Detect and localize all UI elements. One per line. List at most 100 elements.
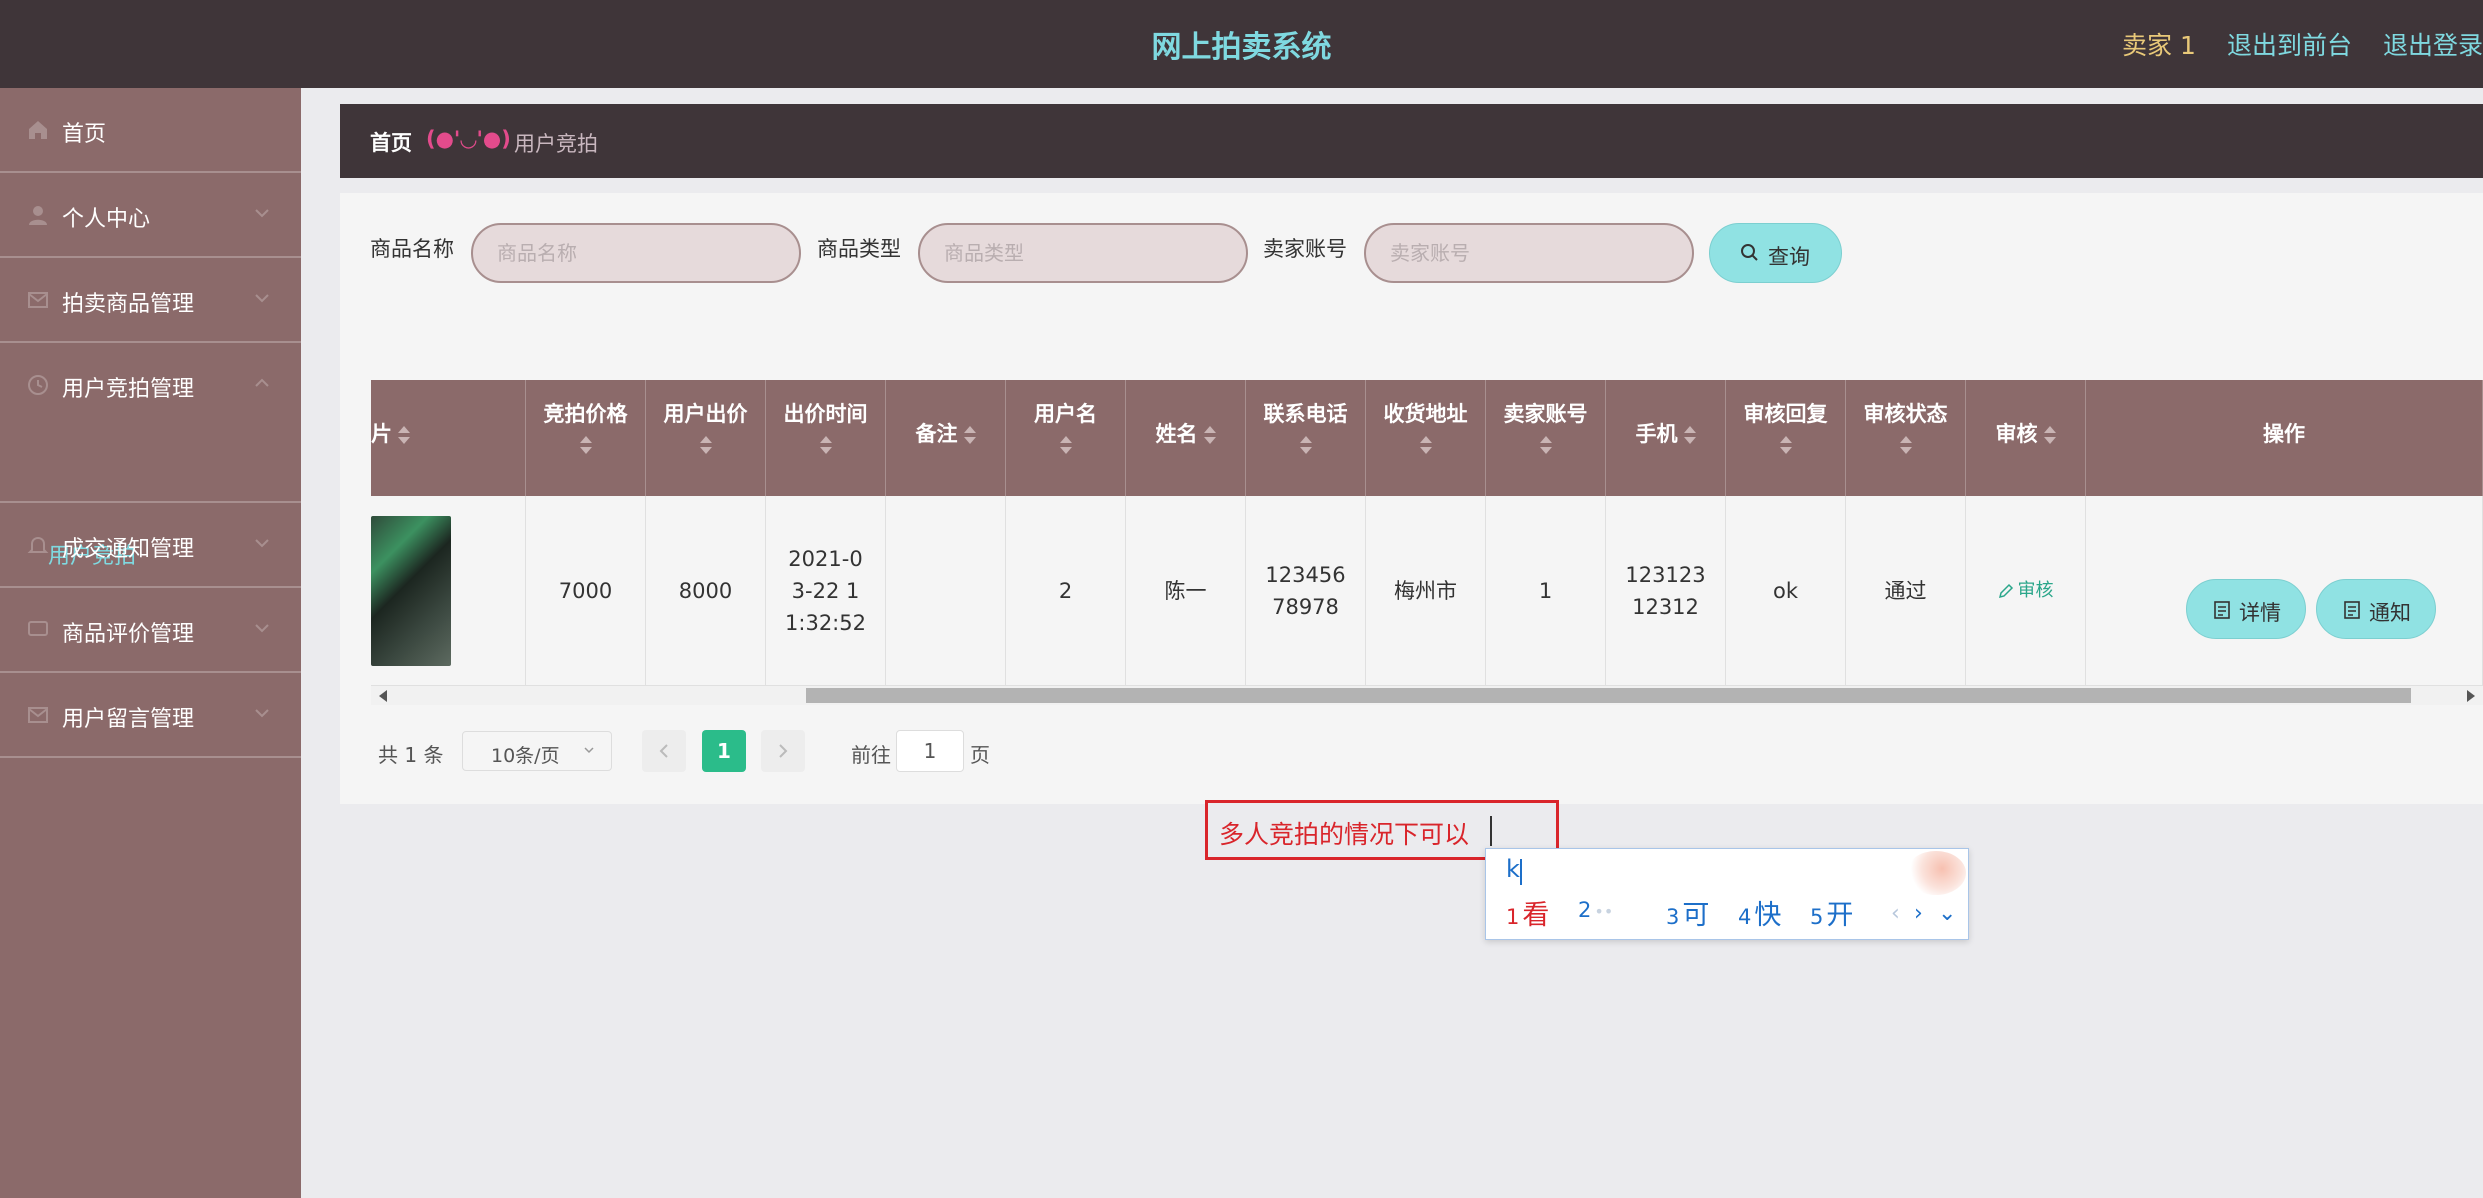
sidebar-item-user-messages[interactable]: 用户留言管理 <box>0 673 301 758</box>
ime-candidate-3[interactable]: 3可 <box>1666 893 1709 932</box>
sidebar: 首页 个人中心 拍卖商品管理 用户竞拍管理 用户竞拍 成交通知管理 商品评价管理… <box>0 88 301 1198</box>
next-page-button[interactable] <box>761 730 805 772</box>
column-header-mobile[interactable]: 手机 <box>1606 380 1726 496</box>
document-icon <box>2214 601 2230 619</box>
column-header-bid[interactable]: 用户出价 <box>646 380 766 496</box>
sidebar-item-personal[interactable]: 个人中心 <box>0 173 301 258</box>
page-number-current[interactable]: 1 <box>702 730 746 772</box>
sort-icon <box>1299 434 1312 456</box>
column-header-name[interactable]: 姓名 <box>1126 380 1246 496</box>
horizontal-scrollbar[interactable] <box>371 686 2483 705</box>
ime-candidate-4[interactable]: 4快 <box>1738 893 1781 932</box>
annotation-text: 多人竞拍的情况下可以 <box>1219 820 1470 849</box>
goto-label: 前往 <box>851 743 891 767</box>
column-header-bid-time[interactable]: 出价时间 <box>766 380 886 496</box>
top-bar: 网上拍卖系统 卖家 1 退出到前台 退出登录 <box>0 0 2483 88</box>
product-thumbnail[interactable] <box>371 515 451 666</box>
breadcrumb: 首页 (●'◡'●) 用户竞拍 <box>340 104 2483 178</box>
ime-candidate-window: k 1看 2 •• 3可 4快 5开 ‹ › ⌄ <box>1485 848 1969 940</box>
chevron-down-icon <box>584 747 594 754</box>
goto-page-input[interactable] <box>896 730 964 772</box>
home-icon <box>29 121 47 139</box>
chevron-up-icon <box>255 378 269 387</box>
sidebar-item-product-reviews[interactable]: 商品评价管理 <box>0 588 301 673</box>
table-cell-audit: 审核 <box>1966 496 2086 686</box>
audit-link-label: 审核 <box>2017 579 2054 601</box>
column-header-label: 审核回复 <box>1743 402 1828 426</box>
product-type-input[interactable] <box>918 223 1248 283</box>
product-name-label: 商品名称 <box>370 237 454 261</box>
table-cell-mobile: 12312312312 <box>1606 496 1726 686</box>
ime-next-page-icon[interactable]: › <box>1914 901 1923 926</box>
chevron-down-icon <box>255 294 269 303</box>
column-header-label: 审核 <box>1995 422 2038 446</box>
ime-candidate-5[interactable]: 5开 <box>1810 893 1853 932</box>
ime-candidate-1[interactable]: 1看 <box>1506 893 1549 932</box>
chevron-right-icon <box>779 744 788 758</box>
search-icon <box>1741 244 1758 261</box>
column-header-price[interactable]: 竞拍价格 <box>526 380 646 496</box>
table-cell-reply: ok <box>1726 496 1846 686</box>
column-header-label: 出价时间 <box>783 402 868 426</box>
column-header-seller[interactable]: 卖家账号 <box>1486 380 1606 496</box>
scroll-right-arrow[interactable] <box>2467 690 2475 702</box>
sort-icon <box>579 434 592 456</box>
sort-icon <box>1779 434 1792 456</box>
page-suffix-label: 页 <box>970 743 990 767</box>
prev-page-button[interactable] <box>642 730 686 772</box>
sidebar-item-auction-products[interactable]: 拍卖商品管理 <box>0 258 301 343</box>
ime-candidate-number: 3 <box>1666 905 1680 929</box>
chevron-down-icon <box>255 539 269 548</box>
notify-button[interactable]: 通知 <box>2316 579 2436 639</box>
column-header-audit[interactable]: 审核 <box>1966 380 2086 496</box>
sidebar-item-label: 首页 <box>62 122 107 147</box>
clock-icon <box>28 375 48 395</box>
column-header-image[interactable]: 片 <box>371 380 526 496</box>
audit-link[interactable]: 审核 <box>1998 575 2054 607</box>
column-header-label: 用户出价 <box>663 402 748 426</box>
product-name-input[interactable] <box>471 223 801 283</box>
column-header-label: 操作 <box>2263 422 2305 446</box>
page-size-select[interactable]: 10条/页 <box>462 731 612 771</box>
ime-candidate-text: 开 <box>1826 900 1854 931</box>
sidebar-item-home[interactable]: 首页 <box>0 88 301 173</box>
column-header-label: 竞拍价格 <box>543 402 628 426</box>
column-header-address[interactable]: 收货地址 <box>1366 380 1486 496</box>
ime-expand-icon[interactable]: ⌄ <box>1938 901 1956 926</box>
sort-icon <box>2043 424 2056 446</box>
scrollbar-thumb[interactable] <box>806 688 2411 703</box>
breadcrumb-emoticon: (●'◡'●) <box>426 127 511 151</box>
product-type-label: 商品类型 <box>817 237 901 261</box>
seller-account-label: 卖家账号 <box>1263 237 1347 261</box>
table-cell-price: 7000 <box>526 496 646 686</box>
table-cell-status: 通过 <box>1846 496 1966 686</box>
logout-link[interactable]: 退出登录 <box>2383 26 2483 62</box>
column-header-phone[interactable]: 联系电话 <box>1246 380 1366 496</box>
table-cell-note <box>886 496 1006 686</box>
ime-candidate-2[interactable]: 2 •• <box>1578 893 1613 924</box>
ime-prev-page-icon[interactable]: ‹ <box>1891 901 1900 926</box>
back-to-front-link[interactable]: 退出到前台 <box>2227 26 2352 62</box>
edit-icon <box>1998 583 2013 598</box>
column-header-note[interactable]: 备注 <box>886 380 1006 496</box>
column-header-status[interactable]: 审核状态 <box>1846 380 1966 496</box>
sidebar-item-user-bids[interactable]: 用户竞拍管理 <box>0 343 301 503</box>
scroll-left-arrow[interactable] <box>379 690 387 702</box>
sort-icon <box>1899 434 1912 456</box>
column-header-username[interactable]: 用户名 <box>1006 380 1126 496</box>
chat-icon <box>28 621 48 636</box>
sidebar-item-label: 用户竞拍管理 <box>62 377 195 402</box>
page-size-value: 10条/页 <box>491 745 560 767</box>
detail-button[interactable]: 详情 <box>2186 579 2306 639</box>
ime-candidate-text: •• <box>1594 902 1614 921</box>
column-header-action: 操作 <box>2086 380 2483 496</box>
sort-icon <box>963 424 976 446</box>
breadcrumb-home[interactable]: 首页 <box>370 127 412 157</box>
column-header-label: 片 <box>371 422 392 446</box>
ime-candidate-number: 5 <box>1810 905 1824 929</box>
column-header-reply[interactable]: 审核回复 <box>1726 380 1846 496</box>
ime-candidate-number: 1 <box>1506 905 1520 929</box>
search-button[interactable]: 查询 <box>1709 223 1842 283</box>
seller-account-input[interactable] <box>1364 223 1694 283</box>
sidebar-item-deal-notice[interactable]: 成交通知管理 <box>0 503 301 588</box>
